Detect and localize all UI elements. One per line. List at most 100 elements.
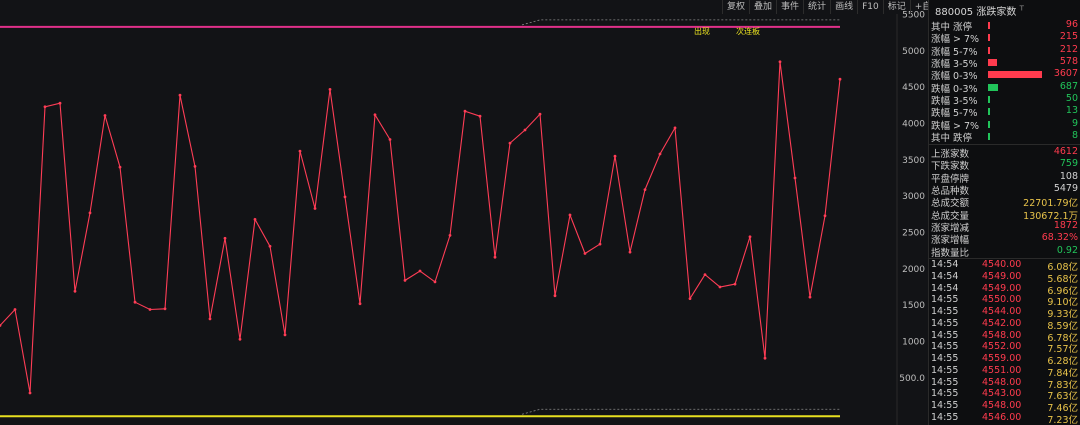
breadth-bar [988, 59, 997, 67]
index-code: 880005 [935, 7, 974, 18]
tick-price: 4549.00 [982, 282, 1022, 294]
data-point [328, 88, 332, 91]
data-point [658, 152, 662, 156]
breadth-value: 578 [1059, 56, 1078, 68]
data-point [298, 149, 302, 153]
tick-time: 14:55 [931, 306, 959, 317]
tick-price: 4548.00 [982, 376, 1022, 388]
tick-time: 14:54 [931, 270, 959, 282]
breadth-label: 其中 跌停 [931, 133, 973, 145]
data-point [433, 280, 437, 284]
index-name: 涨跌家数 [976, 7, 1017, 18]
line-chart[interactable]: 500.0 1000 1500 2000 2500 3000 3500 4000 4500 500… [0, 0, 928, 425]
breadth-panel: 880005 涨跌家数 T 其中 涨停 96 涨幅 > 7% 215 涨幅 5-7% 21… [928, 0, 1080, 425]
statistics-button[interactable]: 统计 [803, 0, 830, 14]
tick-row: 14:55 4559.00 6.28亿 [929, 353, 1080, 367]
tick-price: 4551.00 [982, 364, 1022, 376]
data-point [163, 307, 167, 311]
y-tick-label: 5000 [902, 47, 925, 57]
data-point [778, 60, 782, 64]
data-point [643, 188, 647, 192]
annotation-label: 次连板 [736, 26, 760, 36]
panel-marker: T [1019, 4, 1024, 13]
tick-row: 14:55 4550.00 9.10亿 [929, 294, 1080, 308]
tick-row: 14:55 4552.00 7.57亿 [929, 341, 1080, 355]
breadth-bar [988, 133, 990, 141]
tick-price: 4552.00 [982, 341, 1022, 353]
annotation-label: 出现 [694, 26, 710, 36]
stat-row: 总成交量 130672.1万 [929, 208, 1080, 222]
breadth-value: 3607 [1053, 68, 1078, 80]
data-point [43, 105, 47, 109]
stat-row: 上涨家数 4612 [929, 146, 1080, 160]
breadth-row: 跌幅 > 7% 9 [929, 118, 1080, 132]
data-point [793, 176, 797, 180]
tick-time: 14:54 [931, 259, 959, 270]
data-point [688, 297, 692, 300]
breadth-row: 其中 跌停 8 [929, 130, 1080, 145]
adjust-button[interactable]: 复权 [722, 0, 749, 14]
tick-time: 14:55 [931, 317, 959, 329]
stat-value: 5479 [1053, 183, 1078, 195]
data-point [748, 235, 752, 239]
y-tick-label: 3000 [902, 192, 925, 202]
data-point [418, 269, 422, 273]
tick-price: 4559.00 [982, 353, 1022, 364]
breadth-value: 13 [1065, 105, 1078, 117]
stat-value: 68.32% [1041, 232, 1078, 244]
tick-price: 4550.00 [982, 294, 1022, 306]
overlay-button[interactable]: 叠加 [749, 0, 776, 14]
breadth-value: 50 [1065, 93, 1078, 105]
data-point [13, 308, 17, 311]
data-point [448, 234, 452, 237]
tick-price: 4548.00 [982, 329, 1022, 341]
data-point [88, 211, 92, 215]
chart-area[interactable]: 500.0 1000 1500 2000 2500 3000 3500 4000 4500 500… [0, 0, 967, 425]
tick-volume: 7.23亿 [1047, 414, 1078, 425]
data-point [28, 391, 32, 395]
y-tick-label: 2500 [902, 228, 925, 238]
tick-price: 4542.00 [982, 317, 1022, 329]
breadth-row: 涨幅 0-3% 3607 [929, 68, 1080, 82]
data-point [103, 114, 107, 117]
breadth-row: 跌幅 0-3% 687 [929, 81, 1080, 95]
stat-row: 下跌家数 759 [929, 158, 1080, 172]
draw-line-button[interactable]: 画线 [830, 0, 857, 14]
data-point [598, 242, 602, 246]
data-point [763, 356, 767, 360]
breadth-bar [988, 108, 990, 116]
breadth-row: 跌幅 5-7% 13 [929, 105, 1080, 119]
data-point [223, 236, 227, 240]
data-point [703, 273, 707, 276]
breadth-row: 跌幅 3-5% 50 [929, 93, 1080, 107]
f10-button[interactable]: F10 [857, 0, 883, 14]
tick-row: 14:55 4543.00 7.63亿 [929, 388, 1080, 402]
data-point [388, 138, 392, 141]
stat-value: 1872 [1053, 220, 1078, 232]
data-point [238, 337, 242, 341]
panel-title: 880005 涨跌家数 T [935, 3, 1024, 18]
data-point [58, 101, 62, 105]
stat-row: 涨家增幅 68.32% [929, 232, 1080, 246]
data-point [373, 113, 377, 117]
tick-row: 14:55 4542.00 8.59亿 [929, 317, 1080, 332]
y-tick-label: 1000 [902, 337, 925, 347]
breadth-value: 215 [1059, 31, 1078, 43]
event-button[interactable]: 事件 [776, 0, 803, 14]
data-point [838, 77, 842, 81]
data-point [343, 195, 347, 199]
tick-time: 14:55 [931, 353, 959, 364]
stat-row: 指数量比 0.92 [929, 245, 1080, 259]
data-point [823, 214, 827, 218]
data-point [568, 213, 572, 217]
data-point [133, 300, 137, 304]
tick-row: 14:55 4546.00 7.23亿 [929, 412, 1080, 425]
data-point [733, 282, 737, 286]
y-tick-label: 2000 [902, 265, 925, 275]
data-point [268, 244, 272, 248]
tick-price: 4540.00 [982, 259, 1022, 270]
mark-button[interactable]: 标记 [882, 0, 910, 14]
breadth-value: 212 [1059, 43, 1078, 55]
data-point [178, 93, 182, 97]
data-point [193, 165, 197, 168]
